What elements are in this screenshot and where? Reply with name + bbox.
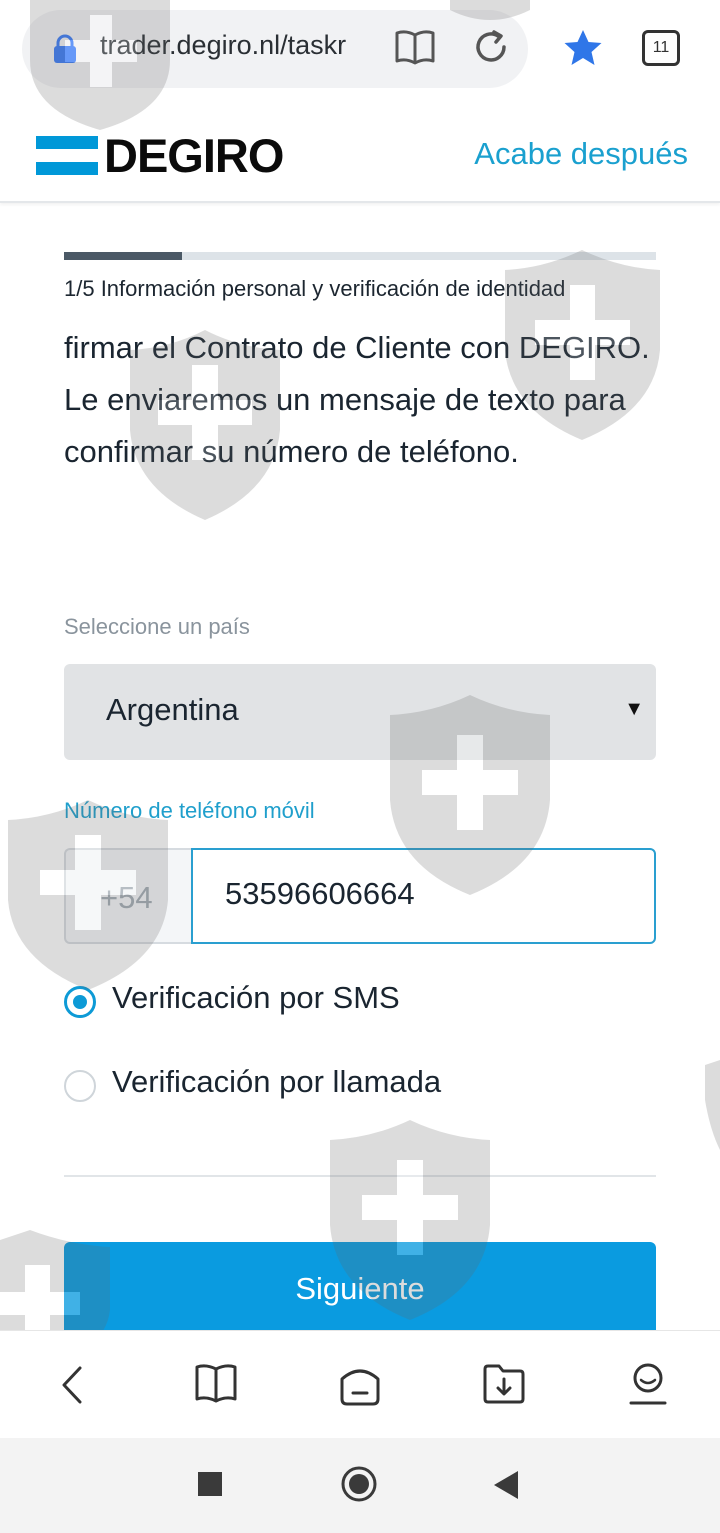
home-icon[interactable] <box>338 1361 382 1407</box>
country-code-prefix: +54 <box>64 848 194 944</box>
progress-fill <box>64 252 183 260</box>
call-radio[interactable] <box>64 1070 96 1102</box>
logo-mark <box>36 136 98 176</box>
chevron-down-icon: ▼ <box>624 698 644 720</box>
finish-later-link[interactable]: Acabe después <box>474 136 688 172</box>
step-label: 1/5 Información personal y verificación … <box>64 276 566 301</box>
nav-back-icon[interactable] <box>494 1471 518 1499</box>
phone-field[interactable] <box>191 848 656 944</box>
country-label: Seleccione un país <box>64 614 250 639</box>
browser-address-bar: trader.degiro.nl/taskr 11 <box>0 0 720 100</box>
back-icon[interactable] <box>56 1365 86 1405</box>
browser-toolbar <box>0 1330 720 1438</box>
phone-input[interactable] <box>225 876 625 912</box>
divider <box>64 1175 656 1177</box>
country-value: Argentina <box>106 692 239 727</box>
url-text[interactable]: trader.degiro.nl/taskr <box>100 30 358 70</box>
sms-option-label: Verificación por SMS <box>112 980 400 1015</box>
system-nav-bar <box>0 1438 720 1533</box>
star-icon[interactable] <box>562 28 604 68</box>
phone-label: Número de teléfono móvil <box>64 798 315 823</box>
logo: DEGIRO <box>104 129 284 182</box>
profile-icon[interactable] <box>626 1361 670 1407</box>
progress-bar <box>64 252 656 260</box>
country-code: +54 <box>100 880 153 915</box>
reload-icon[interactable] <box>472 28 510 66</box>
next-button[interactable]: Siguiente <box>64 1242 656 1338</box>
home-circle-icon[interactable] <box>340 1465 378 1503</box>
tabs-icon[interactable]: 11 <box>642 30 680 66</box>
recents-icon[interactable] <box>198 1472 222 1496</box>
reader-icon[interactable] <box>394 28 436 66</box>
lock-icon <box>54 34 76 63</box>
bookmarks-icon[interactable] <box>194 1363 238 1403</box>
downloads-icon[interactable] <box>482 1363 526 1405</box>
app-header: DEGIRO Acabe después <box>0 100 720 203</box>
watermark-shield-icon <box>705 1060 720 1150</box>
country-select[interactable]: Argentina ▼ <box>64 664 656 760</box>
intro-text: firmar el Contrato de Cliente con DEGIRO… <box>64 330 650 469</box>
sms-radio[interactable] <box>64 986 96 1018</box>
call-option-label: Verificación por llamada <box>112 1064 442 1099</box>
